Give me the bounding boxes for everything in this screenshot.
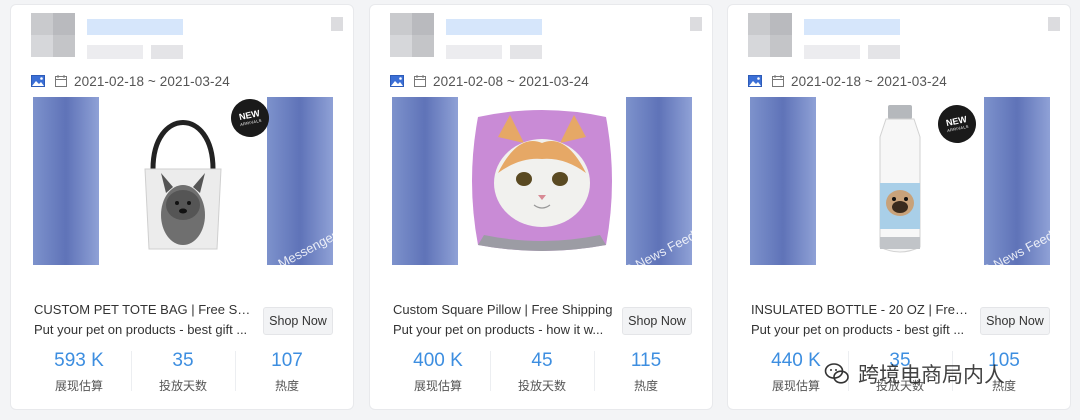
image-icon xyxy=(390,75,404,87)
ad-creative-image[interactable]: NEW ARRIVALS Messenger xyxy=(33,97,333,265)
shop-now-button[interactable]: Shop Now xyxy=(622,307,692,335)
blurred-advertiser-header xyxy=(728,5,1070,67)
account-watermark: 跨境电商局内人 xyxy=(824,360,1005,388)
date-range: 2021-02-08 ~ 2021-03-24 xyxy=(433,73,589,89)
calendar-icon xyxy=(414,75,426,87)
stat-impressions: 593 K 展现估算 xyxy=(54,350,104,393)
ad-creative-image[interactable]: FB News Feed xyxy=(392,97,692,265)
stat-impressions: 400 K 展现估算 xyxy=(413,350,463,393)
wechat-icon xyxy=(824,363,849,384)
blurred-advertiser-header xyxy=(11,5,353,67)
ad-stats: 400 K 展现估算 45 投放天数 115 热度 xyxy=(370,347,712,399)
ad-stats: 593 K 展现估算 35 投放天数 107 热度 xyxy=(11,347,353,399)
watermark-text: 跨境电商局内人 xyxy=(858,363,1005,387)
ad-text: Put your pet on products - best gift ... xyxy=(34,322,248,337)
ad-text: Put your pet on products - how it w... xyxy=(393,322,604,337)
image-icon xyxy=(748,75,762,87)
date-range: 2021-02-18 ~ 2021-03-24 xyxy=(74,73,230,89)
stat-heat: 107 热度 xyxy=(235,347,339,399)
calendar-icon xyxy=(772,75,784,87)
ad-title: Custom Square Pillow | Free Shipping xyxy=(393,302,613,317)
pillow-image xyxy=(458,97,626,265)
ad-card[interactable]: 2021-02-18 ~ 2021-03-24 NEW ARRIVALS Mes… xyxy=(10,4,354,410)
ad-card[interactable]: 2021-02-18 ~ 2021-03-24 NEW ARRIVALS FB … xyxy=(727,4,1071,410)
ad-card[interactable]: 2021-02-08 ~ 2021-03-24 FB News Feed Cus… xyxy=(369,4,713,410)
shop-now-button[interactable]: Shop Now xyxy=(263,307,333,335)
ad-creative-image[interactable]: NEW ARRIVALS FB News Feed xyxy=(750,97,1050,265)
ad-text: Put your pet on products - best gift ... xyxy=(751,322,965,337)
date-range: 2021-02-18 ~ 2021-03-24 xyxy=(791,73,947,89)
stat-heat: 115 热度 xyxy=(594,347,698,399)
blurred-advertiser-header xyxy=(370,5,712,67)
ad-title: INSULATED BOTTLE - 20 OZ | Free S... xyxy=(751,302,973,317)
calendar-icon xyxy=(55,75,67,87)
stat-days: 45 投放天数 xyxy=(490,347,594,399)
image-icon xyxy=(31,75,45,87)
shop-now-button[interactable]: Shop Now xyxy=(980,307,1050,335)
stat-days: 35 投放天数 xyxy=(131,347,235,399)
ad-title: CUSTOM PET TOTE BAG | Free Ship... xyxy=(34,302,256,317)
